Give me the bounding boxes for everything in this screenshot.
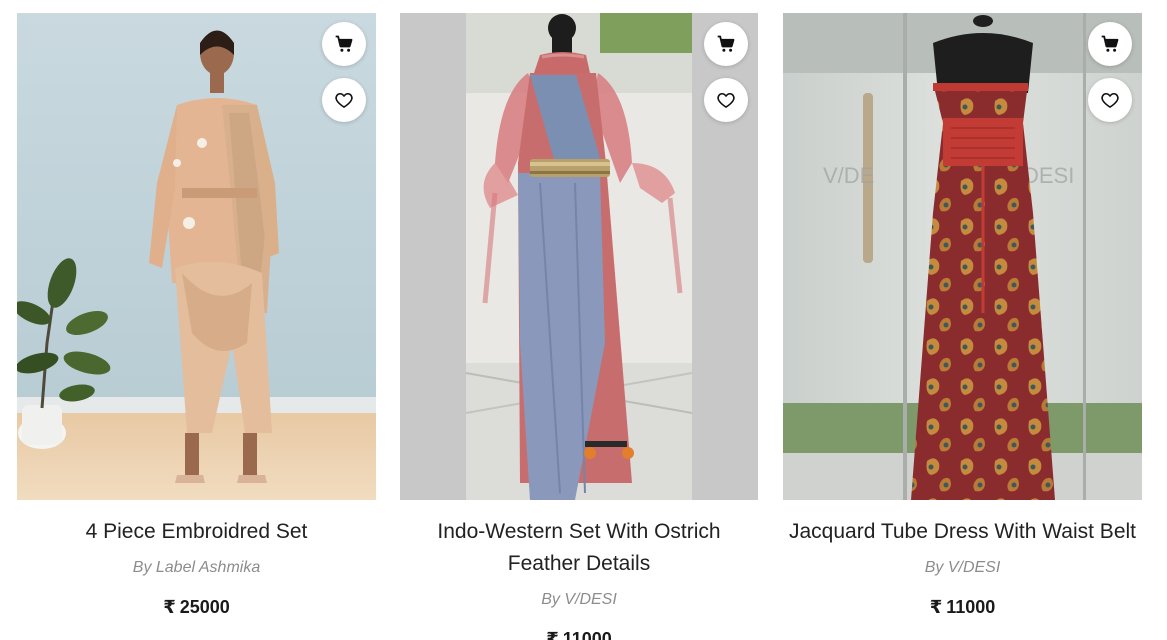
product-title[interactable]: 4 Piece Embroidred Set [17,516,376,548]
product-card[interactable]: V/DE DESI Jacquard Tube Dress With Waist… [783,13,1142,618]
product-photo: V/DE DESI [783,13,1142,500]
shopping-cart-icon [335,35,353,52]
heart-icon [1101,92,1119,108]
svg-text:DESI: DESI [1023,163,1074,188]
product-image[interactable] [17,13,376,500]
product-card[interactable]: Indo-Western Set With Ostrich Feather De… [400,13,758,640]
product-price: ₹11000 [400,628,758,640]
product-price: ₹11000 [783,596,1142,618]
currency-symbol: ₹ [163,597,176,617]
svg-text:V/DE: V/DE [823,163,874,188]
add-to-cart-button[interactable] [1088,22,1132,66]
add-to-wishlist-button[interactable] [322,78,366,122]
add-to-cart-button[interactable] [322,22,366,66]
heart-icon [717,92,735,108]
product-image[interactable] [400,13,758,500]
product-grid: 4 Piece Embroidred Set By Label Ashmika … [0,0,1167,640]
product-photo [400,13,758,500]
product-title[interactable]: Indo-Western Set With Ostrich Feather De… [400,516,758,580]
add-to-cart-button[interactable] [704,22,748,66]
add-to-wishlist-button[interactable] [1088,78,1132,122]
shopping-cart-icon [1101,35,1119,52]
price-value: 11000 [562,629,612,640]
price-value: 25000 [179,597,230,617]
heart-icon [335,92,353,108]
product-card[interactable]: 4 Piece Embroidred Set By Label Ashmika … [17,13,376,618]
shopping-cart-icon [717,35,735,52]
add-to-wishlist-button[interactable] [704,78,748,122]
product-photo [17,13,376,500]
product-brand: By V/DESI [924,559,1001,576]
currency-symbol: ₹ [546,629,559,640]
product-image[interactable]: V/DE DESI [783,13,1142,500]
product-title[interactable]: Jacquard Tube Dress With Waist Belt [783,516,1142,548]
product-brand: By V/DESI [541,591,617,608]
currency-symbol: ₹ [929,597,943,617]
price-value: 11000 [946,597,996,617]
product-brand: By Label Ashmika [132,559,261,576]
product-price: ₹25000 [17,596,376,618]
